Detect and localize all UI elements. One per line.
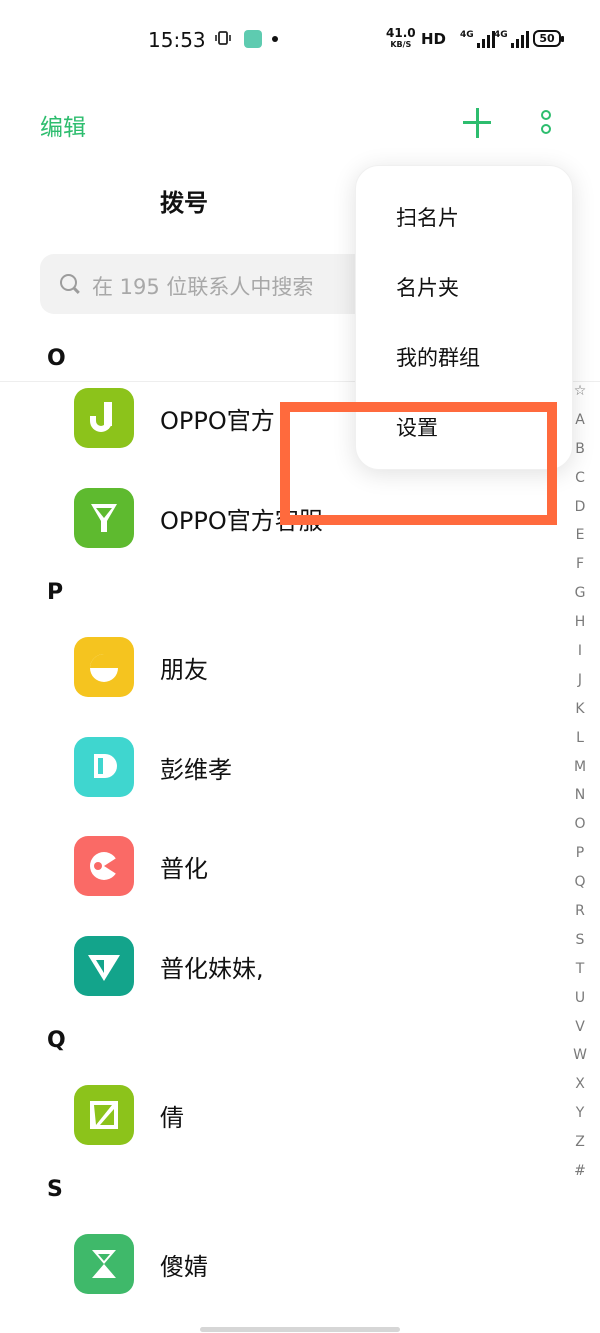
alphabet-index-letter[interactable]: W [568,1041,592,1070]
alphabet-index-letter[interactable]: N [568,781,592,810]
contact-name: 彭维孝 [160,756,232,784]
edit-button[interactable]: 编辑 [40,108,86,142]
section-header-s: S [47,1177,63,1202]
alphabet-index-letter[interactable]: V [568,1013,592,1042]
section-header-p: P [47,580,64,605]
section-header-q: Q [47,1028,66,1053]
avatar [74,737,134,797]
avatar [74,836,134,896]
contact-name: 普化 [160,855,208,883]
contact-row[interactable]: 朋友 [0,622,560,712]
avatar [74,637,134,697]
search-placeholder: 在 195 位联系人中搜索 [92,275,314,299]
alphabet-index-letter[interactable]: # [568,1157,592,1186]
status-bar: 15:53 41.0 KB/S HD 4G 4G 50 [0,0,600,80]
notification-app-icon [244,30,262,48]
avatar [74,1085,134,1145]
search-icon [60,274,80,294]
signal-1-label: 4G [460,30,474,40]
alphabet-index-letter[interactable]: F [568,550,592,579]
section-header-o: O [47,346,66,371]
alphabet-index-letter[interactable]: M [568,753,592,782]
contact-row[interactable]: 傻婧 [0,1219,560,1309]
contact-row[interactable]: 普化 [0,821,560,911]
contact-name: 倩 [160,1104,184,1132]
network-speed-unit: KB/S [390,40,412,49]
alphabet-index-letter[interactable]: O [568,810,592,839]
alphabet-index-letter[interactable]: L [568,724,592,753]
alphabet-index-letter[interactable]: G [568,579,592,608]
alphabet-index-letter[interactable]: P [568,839,592,868]
vibrate-icon [214,29,232,51]
alphabet-index-letter[interactable]: U [568,984,592,1013]
alphabet-index-letter[interactable]: X [568,1070,592,1099]
avatar [74,1234,134,1294]
signal-2-label: 4G [494,30,508,40]
plus-icon[interactable] [460,106,494,140]
tab-dial[interactable]: 拨号 [160,183,208,218]
menu-item-card-holder[interactable]: 名片夹 [396,272,459,302]
contact-row[interactable]: 普化妹妹, [0,921,560,1011]
alphabet-index-letter[interactable]: Q [568,868,592,897]
alphabet-index-letter[interactable]: C [568,464,592,493]
alphabet-index-letter[interactable]: E [568,521,592,550]
alphabet-index-letter[interactable]: I [568,637,592,666]
notification-dot [272,36,278,42]
menu-item-my-groups[interactable]: 我的群组 [396,342,480,372]
status-time: 15:53 [148,28,206,52]
alphabet-index-letter[interactable]: Z [568,1128,592,1157]
alphabet-index-letter[interactable]: Y [568,1099,592,1128]
home-indicator[interactable] [200,1327,400,1332]
contact-name: 普化妹妹, [160,955,264,983]
alphabet-index-letter[interactable]: T [568,955,592,984]
more-vertical-icon[interactable] [539,110,553,136]
hd-indicator: HD [421,30,447,48]
contact-row[interactable]: 倩 [0,1070,560,1160]
network-speed-value: 41.0 [386,26,416,40]
avatar [74,936,134,996]
highlight-box [280,402,557,525]
signal-2-icon: 4G [494,30,529,48]
network-speed: 41.0 KB/S [386,26,416,50]
alphabet-index-letter[interactable]: S [568,926,592,955]
battery-icon: 50 [533,30,564,47]
contact-name: 朋友 [160,656,208,684]
alphabet-index[interactable]: ☆ A B C D E F G H I J K L M N O P Q R S T U V W X Y Z # [568,377,592,1186]
alphabet-index-letter[interactable]: K [568,695,592,724]
alphabet-index-letter[interactable]: R [568,897,592,926]
contact-name: 傻婧 [160,1253,208,1281]
avatar [74,488,134,548]
contact-name: OPPO官方 [160,407,275,435]
avatar [74,388,134,448]
alphabet-index-letter[interactable]: J [568,666,592,695]
alphabet-index-letter[interactable]: D [568,493,592,522]
signal-1-icon: 4G [460,30,495,48]
contact-row[interactable]: 彭维孝 [0,722,560,812]
alphabet-index-letter[interactable]: H [568,608,592,637]
menu-item-scan-card[interactable]: 扫名片 [396,202,459,232]
